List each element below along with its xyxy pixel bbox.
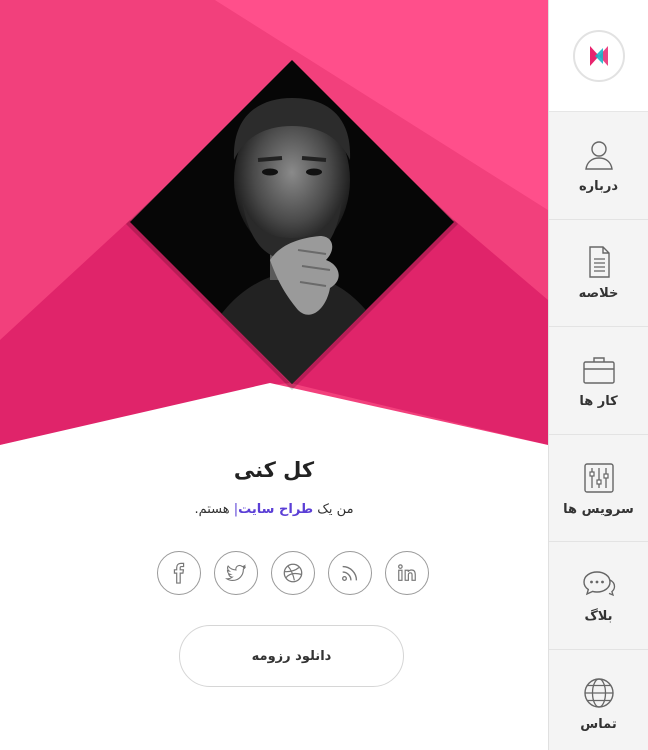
rss-icon	[342, 565, 358, 581]
document-icon	[588, 246, 610, 279]
dribbble-link[interactable]	[271, 551, 315, 595]
linkedin-icon	[398, 564, 416, 581]
user-icon	[584, 141, 613, 170]
sidebar-label-services: سرویس ها	[563, 501, 634, 517]
sidebar-item-blog[interactable]: بلاگ	[549, 542, 648, 650]
tagline-suffix: هستم.	[194, 502, 230, 517]
briefcase-icon	[582, 357, 615, 384]
profile-name: کل کنی	[233, 458, 315, 482]
linkedin-link[interactable]	[385, 551, 429, 595]
profile-card: کل کنی من یک طراح سایت| هستم. دانلود رزو…	[0, 0, 548, 750]
social-links	[157, 551, 429, 595]
globe-icon	[583, 678, 614, 708]
tagline-highlight: طراح سایت	[238, 502, 314, 517]
sidebar-label-contact: تماس	[580, 717, 617, 733]
sidebar-item-services[interactable]: سرویس ها	[549, 435, 648, 543]
sidebar-item-contact[interactable]: تماس	[549, 650, 648, 750]
sidebar-item-resume[interactable]: خلاصه	[549, 220, 648, 328]
sidebar-item-about[interactable]: درباره	[549, 112, 648, 220]
sidebar-label-blog: بلاگ	[584, 609, 613, 625]
twitter-icon	[225, 564, 246, 581]
twitter-link[interactable]	[214, 551, 258, 595]
rss-link[interactable]	[328, 551, 372, 595]
logo-cell	[549, 0, 648, 112]
chat-icon	[582, 571, 615, 597]
profile-tagline: من یک طراح سایت| هستم.	[0, 502, 548, 517]
sidebar-item-portfolio[interactable]: کار ها	[549, 327, 648, 435]
brand-logo[interactable]	[572, 29, 625, 82]
tagline-prefix: من یک	[317, 502, 354, 517]
sidebar-label-resume: خلاصه	[578, 286, 619, 302]
sidebar-label-portfolio: کار ها	[579, 393, 618, 409]
brand-logo-icon	[589, 45, 608, 66]
facebook-icon	[173, 562, 185, 584]
download-resume-button[interactable]: دانلود رزومه	[179, 625, 404, 687]
facebook-link[interactable]	[157, 551, 201, 595]
sliders-icon	[583, 462, 614, 493]
profile-photo	[130, 60, 454, 384]
sidebar-label-about: درباره	[578, 178, 619, 194]
dribbble-icon	[283, 563, 303, 583]
sidebar-nav: درباره خلاصه کار ها سرویس ها بلاگ تماس	[548, 0, 648, 750]
